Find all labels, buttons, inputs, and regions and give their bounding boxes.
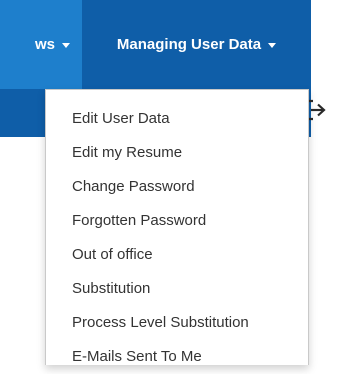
nav-item-news[interactable]: ws: [0, 0, 82, 89]
menu-item-emails-sent-to-me[interactable]: E-Mails Sent To Me: [46, 340, 308, 374]
caret-down-icon: [268, 43, 277, 48]
dropdown-menu-list: Edit User Data Edit my Resume Change Pas…: [46, 102, 308, 374]
menu-item-substitution[interactable]: Substitution: [46, 272, 308, 306]
menu-item-out-of-office[interactable]: Out of office: [46, 238, 308, 272]
caret-down-icon: [62, 43, 70, 48]
nav-item-managing-user-data[interactable]: Managing User Data: [82, 0, 311, 89]
menu-item-edit-user-data[interactable]: Edit User Data: [46, 102, 308, 136]
menu-item-edit-my-resume[interactable]: Edit my Resume: [46, 136, 308, 170]
menu-item-change-password[interactable]: Change Password: [46, 170, 308, 204]
top-navbar: ws Managing User Data: [0, 0, 311, 89]
menu-item-process-level-substitution[interactable]: Process Level Substitution: [46, 306, 308, 340]
menu-item-forgotten-password[interactable]: Forgotten Password: [46, 204, 308, 238]
managing-user-data-dropdown: Edit User Data Edit my Resume Change Pas…: [45, 89, 309, 365]
nav-item-news-inner[interactable]: ws: [35, 0, 70, 89]
nav-item-managing-label: Managing User Data: [116, 36, 262, 53]
page-background-right: [311, 0, 340, 365]
nav-item-news-label: ws: [34, 36, 55, 53]
